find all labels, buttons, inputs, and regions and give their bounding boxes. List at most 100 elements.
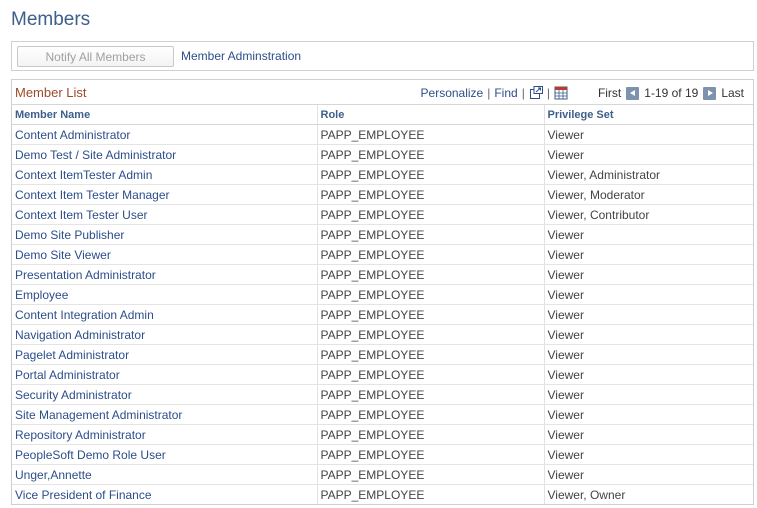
column-header-role[interactable]: Role	[317, 105, 545, 125]
member-name-link[interactable]: Unger,Annette	[15, 468, 92, 482]
table-row: Context Item Tester User PAPP_EMPLOYEE V…	[12, 204, 753, 225]
download-to-spreadsheet-icon[interactable]	[554, 86, 568, 100]
privilege-cell: Viewer	[544, 464, 753, 485]
privilege-cell: Viewer	[544, 444, 753, 465]
table-row: Pagelet Administrator PAPP_EMPLOYEE View…	[12, 344, 753, 365]
role-cell: PAPP_EMPLOYEE	[317, 384, 545, 405]
member-table: Member Name Role Privilege Set Content A…	[12, 105, 753, 504]
role-cell: PAPP_EMPLOYEE	[317, 444, 545, 465]
role-cell: PAPP_EMPLOYEE	[317, 424, 545, 445]
role-cell: PAPP_EMPLOYEE	[317, 224, 545, 245]
notify-all-members-button[interactable]: Notify All Members	[17, 46, 174, 67]
first-label: First	[597, 86, 622, 100]
member-name-link[interactable]: Pagelet Administrator	[15, 348, 129, 362]
role-cell: PAPP_EMPLOYEE	[317, 404, 545, 425]
table-row: Navigation Administrator PAPP_EMPLOYEE V…	[12, 324, 753, 345]
table-row: Content Administrator PAPP_EMPLOYEE View…	[12, 124, 753, 145]
role-cell: PAPP_EMPLOYEE	[317, 344, 545, 365]
member-name-link[interactable]: Site Management Administrator	[15, 408, 182, 422]
table-row: Unger,Annette PAPP_EMPLOYEE Viewer	[12, 464, 753, 485]
column-header-member-name[interactable]: Member Name	[12, 105, 318, 125]
privilege-cell: Viewer	[544, 404, 753, 425]
privilege-cell: Viewer	[544, 324, 753, 345]
separator: |	[487, 86, 491, 100]
member-name-link[interactable]: Demo Site Viewer	[15, 248, 111, 262]
member-name-link[interactable]: Presentation Administrator	[15, 268, 156, 282]
previous-arrow-icon[interactable]	[626, 86, 640, 100]
table-row: Demo Test / Site Administrator PAPP_EMPL…	[12, 144, 753, 165]
member-name-link[interactable]: Content Integration Admin	[15, 308, 154, 322]
next-arrow-icon[interactable]	[703, 86, 717, 100]
new-window-icon[interactable]	[529, 86, 543, 100]
header-row: Member Name Role Privilege Set	[12, 105, 753, 125]
role-cell: PAPP_EMPLOYEE	[317, 164, 545, 185]
privilege-cell: Viewer	[544, 344, 753, 365]
member-name-link[interactable]: Demo Site Publisher	[15, 228, 124, 242]
privilege-cell: Viewer	[544, 364, 753, 385]
table-row: Context ItemTester Admin PAPP_EMPLOYEE V…	[12, 164, 753, 185]
find-link[interactable]: Find	[494, 86, 517, 100]
column-header-privilege-set[interactable]: Privilege Set	[544, 105, 753, 125]
table-row: Security Administrator PAPP_EMPLOYEE Vie…	[12, 384, 753, 405]
privilege-cell: Viewer	[544, 124, 753, 145]
privilege-cell: Viewer	[544, 304, 753, 325]
member-name-link[interactable]: Context ItemTester Admin	[15, 168, 152, 182]
privilege-cell: Viewer	[544, 424, 753, 445]
member-name-link[interactable]: Portal Administrator	[15, 368, 120, 382]
role-cell: PAPP_EMPLOYEE	[317, 304, 545, 325]
members-toolbar: Notify All Members Member Adminstration	[11, 41, 754, 71]
role-cell: PAPP_EMPLOYEE	[317, 244, 545, 265]
member-name-link[interactable]: Navigation Administrator	[15, 328, 145, 342]
separator: |	[521, 86, 525, 100]
table-row: Site Management Administrator PAPP_EMPLO…	[12, 404, 753, 425]
role-cell: PAPP_EMPLOYEE	[317, 364, 545, 385]
table-row: PeopleSoft Demo Role User PAPP_EMPLOYEE …	[12, 444, 753, 465]
table-row: Demo Site Publisher PAPP_EMPLOYEE Viewer	[12, 224, 753, 245]
privilege-cell: Viewer, Administrator	[544, 164, 753, 185]
member-name-link[interactable]: PeopleSoft Demo Role User	[15, 448, 166, 462]
table-row: Content Integration Admin PAPP_EMPLOYEE …	[12, 304, 753, 325]
grid-tools: Personalize | Find | | First 1-19 of 19 …	[421, 84, 744, 102]
member-name-link[interactable]: Context Item Tester User	[15, 208, 148, 222]
member-name-link[interactable]: Vice President of Finance	[15, 488, 152, 502]
grid-title: Member List	[15, 85, 87, 100]
privilege-cell: Viewer	[544, 264, 753, 285]
role-cell: PAPP_EMPLOYEE	[317, 284, 545, 305]
member-name-link[interactable]: Security Administrator	[15, 388, 132, 402]
privilege-cell: Viewer	[544, 384, 753, 405]
privilege-cell: Viewer	[544, 284, 753, 305]
member-list-grid: Member List Personalize | Find | | First…	[11, 79, 754, 505]
role-cell: PAPP_EMPLOYEE	[317, 464, 545, 485]
role-cell: PAPP_EMPLOYEE	[317, 204, 545, 225]
privilege-cell: Viewer, Contributor	[544, 204, 753, 225]
member-name-link[interactable]: Context Item Tester Manager	[15, 188, 170, 202]
row-range: 1-19 of 19	[644, 86, 699, 100]
role-cell: PAPP_EMPLOYEE	[317, 264, 545, 285]
privilege-cell: Viewer	[544, 144, 753, 165]
member-name-link[interactable]: Demo Test / Site Administrator	[15, 148, 176, 162]
grid-header: Member List Personalize | Find | | First…	[12, 80, 753, 105]
member-name-link[interactable]: Content Administrator	[15, 128, 130, 142]
privilege-cell: Viewer	[544, 244, 753, 265]
personalize-link[interactable]: Personalize	[421, 86, 484, 100]
table-row: Presentation Administrator PAPP_EMPLOYEE…	[12, 264, 753, 285]
role-cell: PAPP_EMPLOYEE	[317, 184, 545, 205]
privilege-cell: Viewer, Owner	[547, 487, 626, 502]
table-row: Context Item Tester Manager PAPP_EMPLOYE…	[12, 184, 753, 205]
separator: |	[546, 86, 550, 100]
table-row: Demo Site Viewer PAPP_EMPLOYEE Viewer	[12, 244, 753, 265]
role-cell: PAPP_EMPLOYEE	[317, 324, 545, 345]
privilege-cell: Viewer	[544, 224, 753, 245]
table-row: Repository Administrator PAPP_EMPLOYEE V…	[12, 424, 753, 445]
member-administration-link[interactable]: Member Adminstration	[181, 49, 301, 63]
role-cell: PAPP_EMPLOYEE	[317, 124, 545, 145]
privilege-cell: Viewer, Moderator	[544, 184, 753, 205]
table-row: Portal Administrator PAPP_EMPLOYEE Viewe…	[12, 364, 753, 385]
member-name-link[interactable]: Repository Administrator	[15, 428, 146, 442]
page-title: Members	[11, 9, 91, 30]
role-cell: PAPP_EMPLOYEE	[317, 144, 545, 165]
last-label: Last	[721, 86, 744, 100]
table-row: Employee PAPP_EMPLOYEE Viewer	[12, 284, 753, 305]
role-cell: PAPP_EMPLOYEE	[317, 484, 545, 504]
member-name-link[interactable]: Employee	[15, 288, 68, 302]
